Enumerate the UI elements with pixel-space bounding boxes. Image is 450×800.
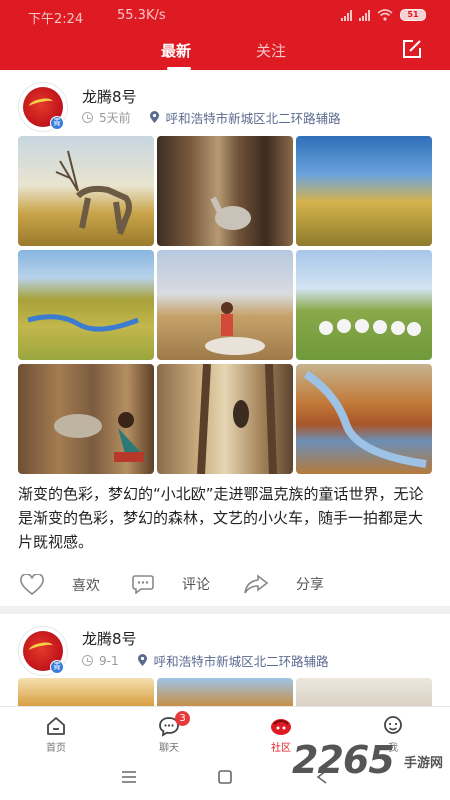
battery-icon: 51 [400, 9, 426, 21]
chat-unread-badge: 3 [175, 711, 190, 726]
post-meta: 5天前 呼和浩特市新城区北二环路辅路 [82, 108, 341, 127]
author-name[interactable]: 龙腾8号 [82, 628, 137, 649]
photo-calligraphy-sign[interactable] [18, 678, 154, 708]
photo-woman-feeding-reindeer[interactable] [18, 364, 154, 474]
share-icon [244, 574, 268, 594]
photo-reindeer-grassland[interactable] [18, 136, 154, 246]
status-icons: 51 [341, 9, 426, 21]
community-icon [271, 719, 291, 735]
reindeer-illustration [197, 364, 277, 474]
photo-autumn-tree[interactable] [157, 678, 293, 708]
post-location[interactable]: 呼和浩特市新城区北二环路辅路 [166, 108, 341, 127]
reindeer-illustration [210, 196, 251, 230]
like-button[interactable]: 喜欢 [20, 574, 100, 596]
post-separator [0, 606, 450, 614]
person-illustration [205, 302, 265, 355]
post-time: 9-1 [99, 653, 119, 668]
tab-follow[interactable]: 关注 [256, 40, 286, 61]
verified-badge: 青 [50, 660, 64, 674]
river-illustration [303, 370, 427, 468]
tab-latest[interactable]: 最新 [161, 40, 191, 61]
wifi-icon [377, 9, 393, 21]
share-button[interactable]: 分享 [244, 574, 324, 594]
watermark: 2265 手游网 [292, 738, 450, 794]
signal-icon [359, 9, 370, 21]
post-time: 5天前 [99, 111, 131, 125]
photo-river-meadow[interactable] [18, 250, 154, 360]
home-square-icon[interactable] [217, 769, 233, 785]
photo-autumn-hills[interactable] [296, 136, 432, 246]
location-pin-icon [137, 654, 147, 666]
status-bar: 下午2:24 55.3K/s 51 [0, 0, 450, 32]
post-text: 渐变的色彩，梦幻的“小北欧”走进鄂温克族的童话世界，无论是渐变的色彩，梦幻的森林… [18, 485, 424, 551]
nav-chat-label: 聊天 [159, 743, 179, 754]
photo-grid [18, 136, 432, 474]
photo-reindeer-birch-forest[interactable] [157, 364, 293, 474]
status-time: 下午2:24 [28, 12, 84, 27]
clock-icon [82, 655, 93, 666]
nav-home-label: 首页 [46, 743, 66, 754]
feed-tabs: 最新 关注 [0, 36, 450, 70]
nav-home[interactable]: 首页 [16, 707, 96, 757]
comment-icon [132, 575, 154, 594]
heart-icon [20, 574, 44, 596]
post-location[interactable]: 呼和浩特市新城区北二环路辅路 [154, 651, 329, 670]
app-screen: 下午2:24 55.3K/s 51 最新 关注 青 龙腾8号 5天前 呼和浩特市… [0, 0, 450, 800]
watermark-text: 手游网 [404, 756, 444, 771]
photo-yurt-camp[interactable] [296, 250, 432, 360]
menu-icon[interactable] [120, 770, 138, 784]
author-name[interactable]: 龙腾8号 [82, 86, 137, 107]
share-label: 分享 [296, 577, 324, 593]
like-label: 喜欢 [72, 578, 100, 594]
photo-girl-with-reindeer[interactable] [157, 250, 293, 360]
app-header: 下午2:24 55.3K/s 51 最新 关注 [0, 0, 450, 70]
verified-badge: 青 [50, 116, 64, 130]
profile-icon [384, 716, 402, 734]
photo-ink-calligraphy[interactable] [296, 678, 432, 708]
watermark-number: 2265 [292, 738, 395, 782]
photo-autumn-river[interactable] [296, 364, 432, 474]
reindeer-illustration [55, 150, 132, 236]
comment-button[interactable]: 评论 [132, 574, 210, 594]
home-icon [47, 717, 65, 735]
post-card[interactable]: 青 龙腾8号 5天前 呼和浩特市新城区北二环路辅路 渐变的色彩，梦幻的“小北欧”… [0, 70, 450, 606]
post-actions: 喜欢 评论 分享 [0, 574, 450, 602]
location-pin-icon [149, 111, 159, 123]
nav-chat[interactable]: 3 聊天 [129, 707, 209, 757]
signal-icon [341, 9, 352, 21]
comment-label: 评论 [182, 577, 210, 593]
yurts-illustration [319, 319, 421, 336]
photo-reindeer-forest[interactable] [157, 136, 293, 246]
river-illustration [27, 314, 139, 332]
reindeer-illustration [54, 412, 146, 462]
network-speed: 55.3K/s [117, 8, 166, 23]
post-meta: 9-1 呼和浩特市新城区北二环路辅路 [82, 651, 329, 670]
edit-square-icon[interactable] [401, 38, 423, 60]
clock-icon [82, 112, 93, 123]
